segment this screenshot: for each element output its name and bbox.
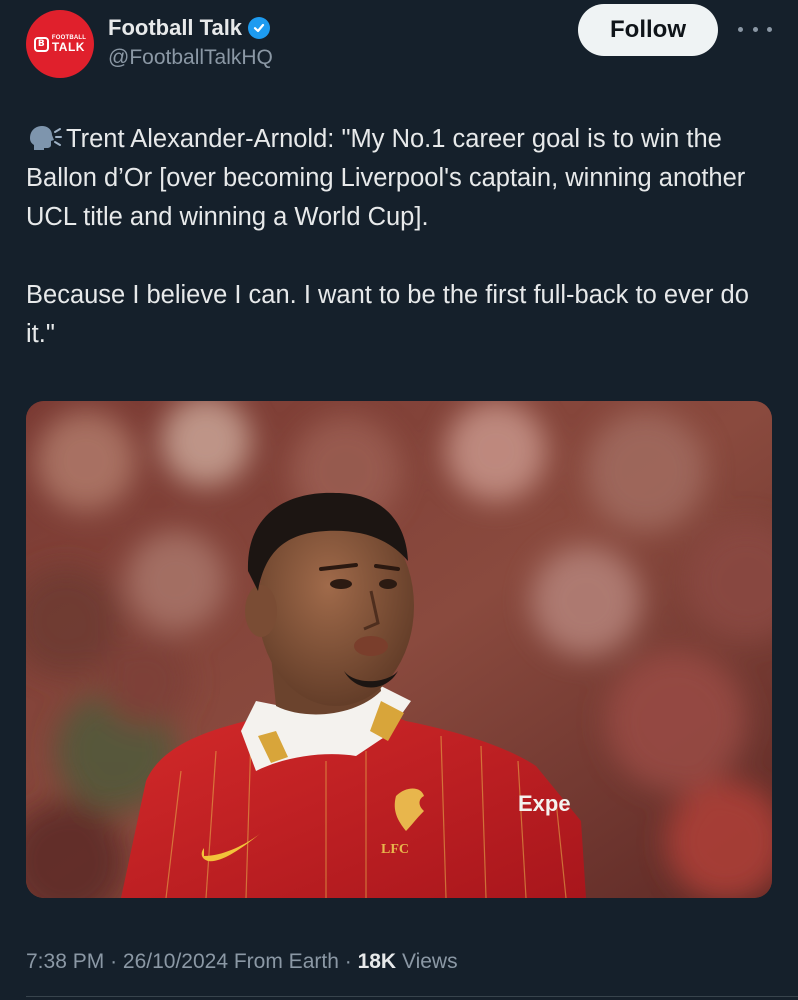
verified-badge-icon — [248, 17, 271, 39]
tweet-date[interactable]: 26/10/2024 — [123, 950, 228, 973]
tweet-paragraph-1: Trent Alexander-Arnold: "My No.1 career … — [26, 120, 774, 237]
sponsor-text: Expe — [518, 791, 571, 816]
logo-badge: B — [33, 36, 49, 52]
tweet-source: From Earth — [233, 950, 339, 973]
tweet-paragraph-1-text: Trent Alexander-Arnold: "My No.1 career … — [26, 125, 746, 231]
football-talk-logo: B FOOTBALL TALK — [33, 35, 86, 54]
tweet-time[interactable]: 7:38 PM — [26, 950, 104, 973]
views-count[interactable]: 18K — [358, 950, 397, 973]
logo-big-text: TALK — [51, 40, 85, 54]
speaking-head-icon — [30, 126, 62, 150]
tweet-image[interactable]: LFC Expe — [26, 401, 772, 898]
meta-separator: · — [344, 950, 352, 973]
crest-text: LFC — [381, 842, 409, 857]
tweet-text: Trent Alexander-Arnold: "My No.1 career … — [26, 120, 774, 354]
meta-separator: · — [110, 950, 118, 973]
display-name-row[interactable]: Football Talk — [108, 15, 271, 41]
avatar[interactable]: B FOOTBALL TALK — [26, 10, 94, 78]
views-label[interactable]: Views — [402, 950, 458, 973]
player-photo: LFC Expe — [26, 401, 772, 898]
more-icon[interactable] — [738, 20, 772, 38]
display-name[interactable]: Football Talk — [108, 15, 242, 41]
handle[interactable]: @FootballTalkHQ — [108, 46, 273, 70]
follow-button[interactable]: Follow — [578, 4, 718, 56]
tweet-paragraph-2: Because I believe I can. I want to be th… — [26, 281, 749, 348]
tweet-meta: 7:38 PM · 26/10/2024 From Earth · 18K Vi… — [26, 950, 458, 974]
divider — [26, 996, 798, 997]
